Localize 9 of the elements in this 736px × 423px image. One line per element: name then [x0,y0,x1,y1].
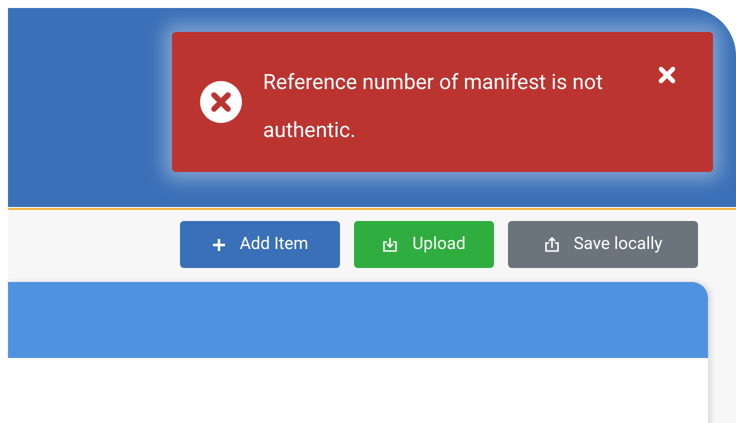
toast-message: Reference number of manifest is not authentic. [263,70,604,145]
upload-button[interactable]: Upload [354,221,494,268]
plus-icon [212,238,226,252]
error-icon [200,81,242,123]
share-tray-icon [544,236,560,252]
add-item-button[interactable]: Add Item [180,221,340,268]
download-tray-icon [382,236,398,252]
close-icon[interactable] [658,66,676,84]
save-locally-button[interactable]: Save locally [508,221,698,268]
